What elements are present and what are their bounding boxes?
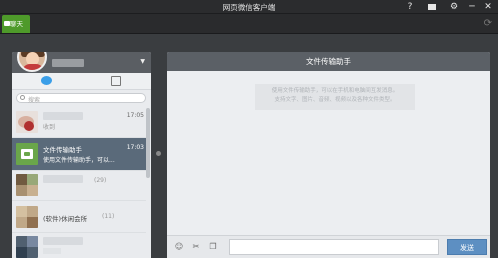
- message-redacted: [43, 248, 61, 254]
- send-button[interactable]: 发送: [447, 239, 487, 255]
- notice-line: 使用文件传输助手，可以在手机和电脑间互发消息。: [271, 88, 399, 94]
- contacts-icon: [110, 76, 121, 86]
- avatar: [16, 111, 38, 133]
- message-input[interactable]: [229, 239, 439, 255]
- group-avatar: [16, 206, 38, 228]
- help-icon[interactable]: ?: [400, 0, 420, 14]
- tab-chats[interactable]: [12, 73, 81, 90]
- message-composer: ☺ ✂ ❐ 发送: [167, 235, 490, 258]
- list-item[interactable]: (29): [12, 171, 146, 201]
- scrollbar[interactable]: [146, 108, 150, 178]
- search-icon: [20, 95, 25, 100]
- profile-bar: ▼: [12, 52, 151, 73]
- panel-resize-handle[interactable]: [156, 151, 161, 156]
- conversation-sidebar: ▼ 搜索 收到 17:05 文件传输助手 使用文件传输助手，可以... 17:0…: [12, 52, 151, 258]
- screenshot-icon[interactable]: ✂: [191, 242, 201, 252]
- list-item[interactable]: 收到 17:05: [12, 108, 146, 138]
- member-count: (11): [102, 213, 115, 220]
- tab-contacts[interactable]: [81, 73, 150, 90]
- message-time: 17:05: [126, 112, 144, 119]
- chat-panel: 文件传输助手 使用文件传输助手，可以在手机和电脑间互发消息。 支持文字、图片、音…: [167, 52, 490, 258]
- list-item[interactable]: 文件传输助手 使用文件传输助手，可以... 17:03: [12, 138, 146, 171]
- group-avatar: [16, 174, 38, 196]
- close-button[interactable]: ✕: [478, 0, 498, 14]
- emoji-icon[interactable]: ☺: [174, 242, 184, 252]
- contact-name-redacted: [43, 237, 83, 245]
- last-message: 使用文件传输助手，可以...: [43, 157, 115, 164]
- avatar[interactable]: [17, 52, 47, 72]
- nickname-redacted: [52, 59, 84, 67]
- tab-bar: 聊天 ⟳: [0, 14, 498, 34]
- contact-name: (软件)休闲会所: [43, 215, 88, 223]
- search-placeholder: 搜索: [28, 97, 41, 104]
- file-transfer-icon: [16, 143, 38, 165]
- tab-chat-label: 聊天: [10, 20, 23, 28]
- message-time: 17:03: [126, 144, 144, 151]
- feedback-icon[interactable]: [422, 0, 442, 14]
- file-icon[interactable]: ❐: [208, 242, 218, 252]
- chat-bubble-icon: [4, 21, 10, 26]
- member-count: (29): [94, 177, 107, 184]
- search-input[interactable]: 搜索: [16, 93, 146, 104]
- contact-name: 文件传输助手: [43, 146, 82, 154]
- chat-icon: [41, 76, 52, 85]
- refresh-icon[interactable]: ⟳: [484, 18, 492, 29]
- conversation-list: 收到 17:05 文件传输助手 使用文件传输助手，可以... 17:03 (29…: [12, 108, 151, 258]
- chat-title: 文件传输助手: [167, 52, 490, 71]
- list-item[interactable]: (软件)休闲会所 (11): [12, 201, 146, 233]
- group-avatar: [16, 236, 38, 258]
- chevron-down-icon[interactable]: ▼: [140, 58, 145, 65]
- contact-name-redacted: [43, 112, 83, 120]
- tab-chat[interactable]: 聊天: [2, 15, 30, 33]
- title-bar: 网页微信客户端 ? ⚙ ─ ✕: [0, 0, 498, 14]
- list-item[interactable]: [12, 233, 146, 258]
- system-notice: 使用文件传输助手，可以在手机和电脑间互发消息。 支持文字、图片、音频、视频以及各…: [255, 84, 415, 110]
- sidebar-tabs: [12, 73, 151, 90]
- last-message: 收到: [43, 124, 56, 131]
- group-name-redacted: [43, 175, 83, 183]
- settings-icon[interactable]: ⚙: [444, 0, 464, 14]
- notice-line: 支持文字、图片、音频、视频以及各种文件类型。: [274, 96, 396, 103]
